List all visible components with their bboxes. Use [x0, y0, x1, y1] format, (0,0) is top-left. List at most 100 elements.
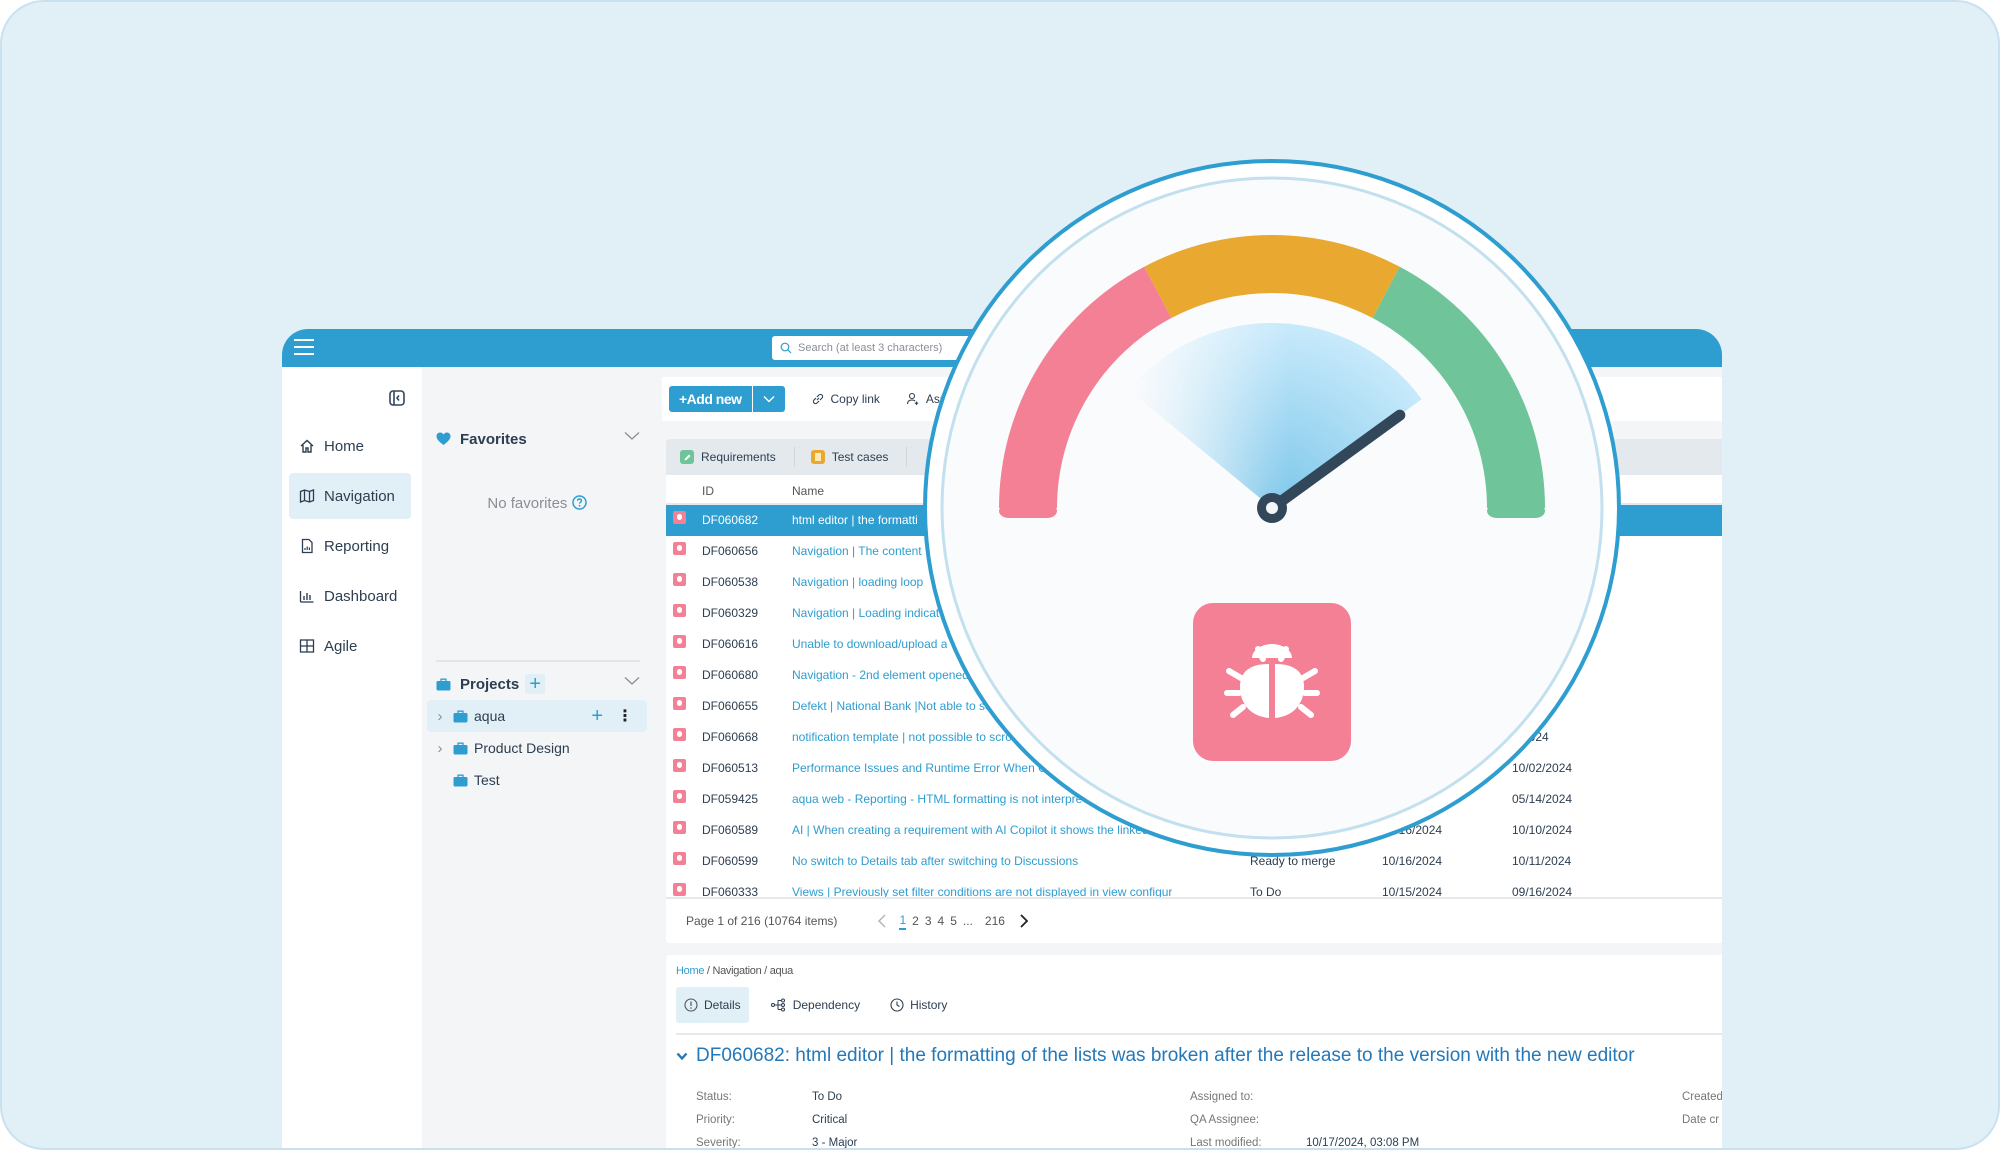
chevron-down-icon[interactable] [624, 676, 640, 686]
no-favorites-text: No favorites [422, 495, 652, 512]
nav-item-navigation[interactable]: Navigation [289, 473, 411, 519]
cell-id: DF060616 [702, 637, 759, 651]
page-link[interactable]: 5 [950, 914, 957, 928]
field-last-modified: Last modified: 10/17/2024, 03:08 PM [1190, 1137, 1419, 1149]
field-assigned-to: Assigned to: [1190, 1091, 1253, 1103]
tab-details[interactable]: Details [676, 987, 749, 1023]
field-value: 10/17/2024, 03:08 PM [1306, 1137, 1420, 1149]
column-header-name[interactable]: Name [792, 484, 824, 498]
assign-user-icon [906, 392, 919, 405]
field-label: QA Assignee: [1190, 1114, 1260, 1126]
search-icon [780, 342, 792, 354]
page-link[interactable]: 2 [912, 914, 919, 928]
map-icon [299, 489, 315, 503]
chevron-down-icon [763, 396, 775, 403]
tab-test-cases[interactable]: Test cases [810, 447, 908, 467]
cell-id: DF060538 [702, 575, 759, 589]
page-link[interactable]: 3 [925, 914, 932, 928]
briefcase-icon [436, 678, 451, 690]
nav-item-reporting[interactable]: Reporting [289, 523, 411, 569]
copy-link-button[interactable]: Copy link [811, 392, 880, 406]
chevron-right-icon[interactable]: › [427, 708, 453, 725]
tab-history[interactable]: History [882, 987, 955, 1023]
gauge-cap-left [999, 504, 1057, 518]
cell-name[interactable]: Navigation | The content [792, 544, 922, 558]
link-icon [812, 393, 823, 405]
nav-label: Reporting [324, 537, 390, 555]
nav-item-agile[interactable]: Agile [289, 623, 411, 669]
dependency-icon [770, 998, 785, 1012]
field-label: Status: [696, 1091, 732, 1103]
add-new-label[interactable]: +Add new [669, 386, 753, 412]
testcase-icon [810, 450, 825, 464]
chevron-right-icon[interactable]: › [427, 740, 453, 757]
briefcase-icon [453, 742, 468, 754]
project-item-aqua[interactable]: › aqua + ⋮ [427, 700, 647, 732]
chevron-right-icon[interactable] [1019, 914, 1029, 928]
cell-name[interactable]: Navigation | loading loop [792, 575, 923, 589]
briefcase-icon [453, 710, 468, 722]
projects-header[interactable]: Projects + [436, 672, 640, 696]
defect-icon [673, 790, 686, 803]
chevron-left-icon[interactable] [877, 914, 887, 928]
hamburger-icon[interactable] [294, 339, 314, 356]
breadcrumb: Home / Navigation / aqua [676, 965, 793, 977]
page-links: 1 2 3 4 5 ... 216 [877, 913, 1029, 930]
item-title[interactable]: DF060682: html editor | the formatting o… [676, 1045, 1635, 1067]
tab-requirements[interactable]: Requirements [680, 447, 795, 467]
breadcrumb-aqua[interactable]: aqua [770, 965, 794, 977]
breadcrumb-home[interactable]: Home [676, 965, 704, 977]
tab-dependency[interactable]: Dependency [763, 987, 868, 1023]
add-child-button[interactable]: + [591, 705, 603, 728]
cell-id: DF060655 [702, 699, 759, 713]
help-icon[interactable] [571, 495, 587, 510]
breadcrumb-navigation[interactable]: Navigation [712, 965, 761, 977]
clock-icon [890, 998, 904, 1012]
gauge-cap-right [1487, 504, 1545, 518]
divider [676, 1033, 1722, 1035]
bug-icon [1193, 603, 1351, 761]
chevron-down-icon[interactable] [676, 1052, 688, 1061]
field-label: Date cr [1682, 1114, 1720, 1126]
page-ellipsis: ... [962, 914, 973, 928]
cell-id: DF060589 [702, 823, 759, 837]
tree-panel: Favorites No favorites Projects + › aqua… [422, 367, 652, 1148]
favorites-header[interactable]: Favorites [436, 427, 640, 451]
add-new-button[interactable]: +Add new [669, 386, 785, 412]
project-item-test[interactable]: Test [427, 764, 647, 796]
field-severity: Severity: 3 - Major [696, 1137, 857, 1149]
project-label: aqua [474, 708, 506, 724]
detail-tabs: Details Dependency History [676, 987, 969, 1023]
projects-title: Projects [460, 675, 520, 693]
defect-icon [673, 852, 686, 865]
pagination: Page 1 of 216 (10764 items) 1 2 3 4 5 ..… [666, 897, 1722, 943]
field-label: Severity: [696, 1137, 741, 1149]
chevron-down-icon[interactable] [624, 431, 640, 441]
cell-id: DF060599 [702, 854, 759, 868]
defect-icon [673, 635, 686, 648]
tab-label: Test cases [831, 450, 889, 464]
tab-label: Requirements [701, 450, 776, 464]
copy-link-label: Copy link [830, 392, 880, 406]
nav-item-dashboard[interactable]: Dashboard [289, 573, 411, 619]
field-priority: Priority: Critical [696, 1114, 847, 1126]
collapse-sidebar-icon[interactable] [388, 389, 406, 407]
column-header-id[interactable]: ID [702, 484, 714, 498]
gauge-graphic [923, 159, 1621, 857]
page-link[interactable]: 4 [938, 914, 945, 928]
project-item-product-design[interactable]: › Product Design [427, 732, 647, 764]
bar-chart-icon [299, 591, 314, 603]
cell-name[interactable]: html editor | the formatti [792, 513, 918, 527]
gauge-hub-center [1266, 502, 1278, 514]
field-label: Created [1682, 1091, 1722, 1103]
field-value: 3 - Major [812, 1137, 858, 1149]
add-new-dropdown[interactable] [753, 386, 785, 412]
more-options-icon[interactable]: ⋮ [617, 706, 633, 726]
field-value: Critical [812, 1114, 848, 1126]
nav-item-home[interactable]: Home [289, 423, 411, 469]
field-label: Last modified: [1190, 1137, 1262, 1149]
page-link-last[interactable]: 216 [985, 914, 1005, 928]
cell-name[interactable]: Navigation | Loading indicat [792, 606, 939, 620]
add-project-button[interactable]: + [525, 673, 546, 695]
page-link[interactable]: 1 [899, 913, 907, 930]
